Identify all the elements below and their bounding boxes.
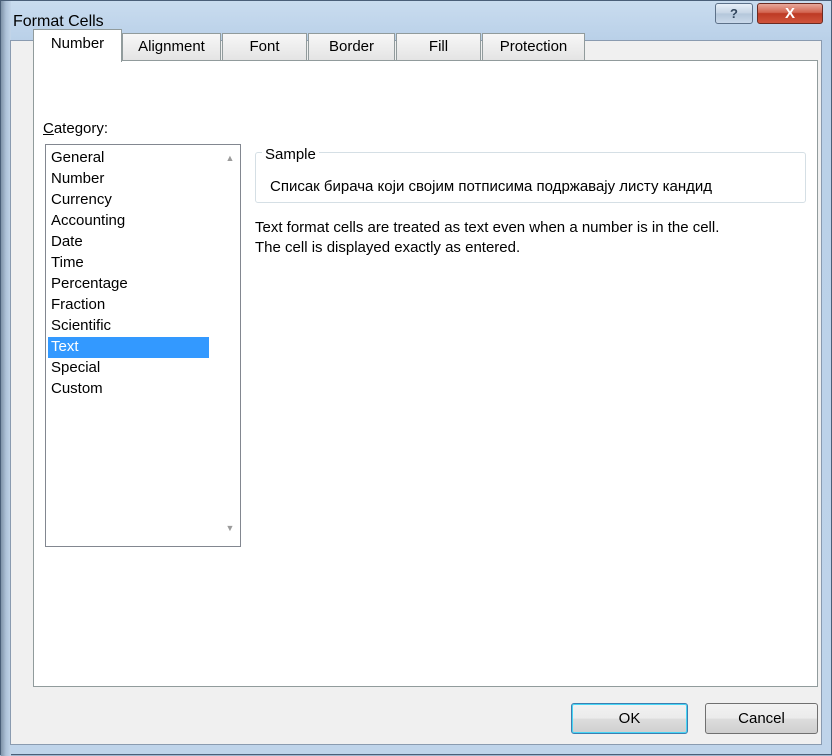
category-item-general[interactable]: General bbox=[48, 148, 209, 169]
category-label-text: ategory: bbox=[53, 120, 109, 137]
description-line-2: The cell is displayed exactly as entered… bbox=[255, 239, 521, 256]
category-label-accesskey: C bbox=[43, 120, 54, 137]
category-list[interactable]: General Number Currency Accounting Date … bbox=[45, 144, 241, 547]
tab-font[interactable]: Font bbox=[222, 33, 307, 60]
scroll-down-arrow-icon[interactable]: ▼ bbox=[223, 521, 237, 535]
category-item-date[interactable]: Date bbox=[48, 232, 209, 253]
category-item-percentage[interactable]: Percentage bbox=[48, 274, 209, 295]
help-icon: ? bbox=[730, 6, 738, 21]
category-item-custom[interactable]: Custom bbox=[48, 379, 209, 400]
tab-border[interactable]: Border bbox=[308, 33, 395, 60]
category-item-number[interactable]: Number bbox=[48, 169, 209, 190]
category-item-time[interactable]: Time bbox=[48, 253, 209, 274]
category-item-special[interactable]: Special bbox=[48, 358, 209, 379]
category-item-accounting[interactable]: Accounting bbox=[48, 211, 209, 232]
tab-number[interactable]: Number bbox=[33, 29, 122, 62]
category-item-currency[interactable]: Currency bbox=[48, 190, 209, 211]
category-item-text[interactable]: Text bbox=[48, 337, 209, 358]
close-icon: X bbox=[784, 5, 795, 22]
ok-button[interactable]: OK bbox=[571, 703, 688, 734]
help-button[interactable]: ? bbox=[715, 3, 753, 24]
tab-protection[interactable]: Protection bbox=[482, 33, 585, 60]
sample-value: Списак бирача који својим потписима подр… bbox=[270, 178, 713, 195]
cancel-button[interactable]: Cancel bbox=[705, 703, 818, 734]
sample-legend: Sample bbox=[262, 146, 319, 163]
category-item-scientific[interactable]: Scientific bbox=[48, 316, 209, 337]
category-item-fraction[interactable]: Fraction bbox=[48, 295, 209, 316]
tab-fill[interactable]: Fill bbox=[396, 33, 481, 60]
format-description: Text format cells are treated as text ev… bbox=[255, 218, 719, 258]
close-button[interactable]: X bbox=[757, 3, 823, 24]
category-label: Category: bbox=[43, 120, 108, 137]
scroll-up-arrow-icon[interactable]: ▲ bbox=[223, 151, 237, 165]
description-line-1: Text format cells are treated as text ev… bbox=[255, 219, 720, 236]
tab-alignment[interactable]: Alignment bbox=[122, 33, 221, 60]
